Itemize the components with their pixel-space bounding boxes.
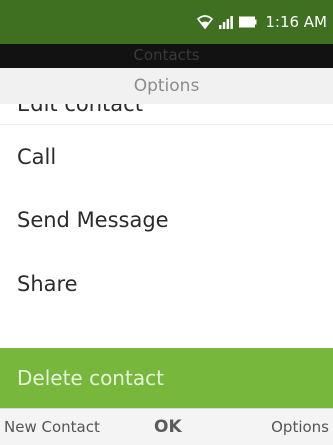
background-app-header: Contacts bbox=[0, 44, 333, 68]
softkey-left-new-contact[interactable]: New Contact bbox=[4, 418, 100, 436]
wifi-icon bbox=[197, 15, 214, 29]
options-header: Options bbox=[0, 68, 333, 105]
softkey-right-options[interactable]: Options bbox=[271, 418, 329, 436]
softkey-center-ok[interactable]: OK bbox=[154, 417, 182, 437]
menu-item-edit-contact[interactable]: Edit contact bbox=[0, 104, 333, 124]
battery-icon bbox=[239, 16, 257, 28]
menu-item-share[interactable]: Share bbox=[0, 252, 333, 316]
menu-item-call[interactable]: Call bbox=[0, 124, 333, 188]
signal-icon bbox=[219, 15, 234, 29]
options-menu: Edit contact Call Send Message Share Del… bbox=[0, 104, 333, 408]
status-time: 1:16 AM bbox=[265, 13, 327, 31]
menu-item-send-message[interactable]: Send Message bbox=[0, 188, 333, 252]
menu-item-delete-contact[interactable]: Delete contact bbox=[0, 348, 333, 408]
status-bar: 1:16 AM bbox=[0, 0, 333, 44]
status-icons bbox=[197, 15, 257, 29]
softkey-bar: New Contact OK Options bbox=[0, 408, 333, 445]
background-title: Contacts bbox=[133, 46, 200, 64]
